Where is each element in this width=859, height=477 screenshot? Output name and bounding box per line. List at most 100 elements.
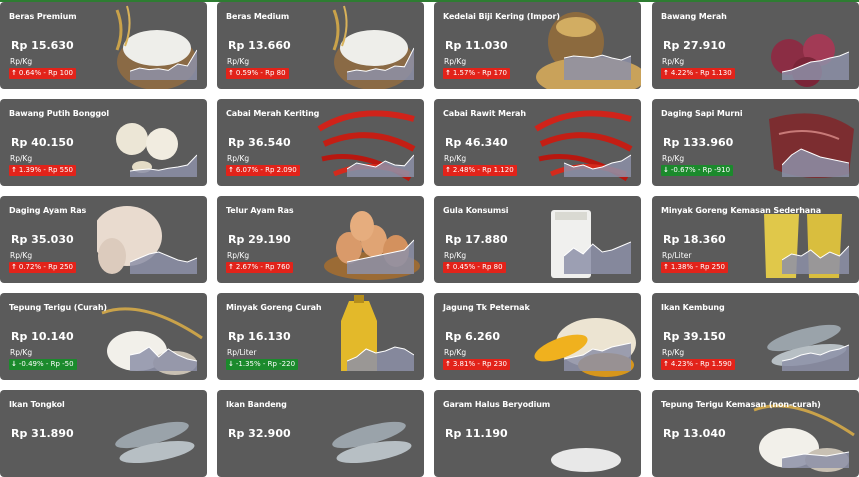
price-change-badge: ↑ 1.38% - Rp 250 (661, 262, 728, 273)
commodity-name: Jagung Tk Peternak (443, 303, 530, 312)
sparkline-area (347, 48, 414, 80)
sparkline-area (564, 55, 631, 80)
commodity-name: Ikan Tongkol (9, 400, 65, 409)
commodity-card[interactable]: Daging Sapi Murni Rp 133.960 Rp/Kg ↓ -0.67% … (652, 99, 859, 186)
sparkline-area (782, 452, 849, 468)
commodity-name: Daging Sapi Murni (661, 109, 743, 118)
arrow-up-icon: ↑ (228, 166, 234, 174)
commodity-price: Rp 39.150 (663, 330, 726, 343)
price-unit: Rp/Kg (444, 251, 467, 260)
arrow-up-icon: ↑ (11, 69, 17, 77)
commodity-card[interactable]: Ikan Kembung Rp 39.150 Rp/Kg ↑ 4.23% - Rp 1.… (652, 293, 859, 380)
commodity-card[interactable]: Jagung Tk Peternak Rp 6.260 Rp/Kg ↑ 3.81% - … (434, 293, 641, 380)
arrow-up-icon: ↑ (445, 263, 451, 271)
arrow-up-icon: ↑ (663, 360, 669, 368)
arrow-up-icon: ↑ (445, 360, 451, 368)
arrow-up-icon: ↑ (445, 69, 451, 77)
price-change-text: 6.07% - Rp 2.090 (235, 166, 297, 174)
commodity-card[interactable]: Telur Ayam Ras Rp 29.190 Rp/Kg ↑ 2.67% - Rp … (217, 196, 424, 283)
arrow-up-icon: ↑ (445, 166, 451, 174)
price-change-text: 0.64% - Rp 100 (18, 69, 73, 77)
commodity-card[interactable]: Cabai Rawit Merah Rp 46.340 Rp/Kg ↑ 2.48% - … (434, 99, 641, 186)
commodity-card[interactable]: Bawang Merah Rp 27.910 Rp/Kg ↑ 4.22% - Rp 1.… (652, 2, 859, 89)
price-unit: Rp/Liter (227, 348, 257, 357)
price-change-text: 2.48% - Rp 1.120 (452, 166, 514, 174)
price-change-text: 4.23% - Rp 1.590 (670, 360, 732, 368)
price-trend-sparkline (130, 49, 197, 80)
commodity-price: Rp 17.880 (445, 233, 508, 246)
price-trend-sparkline (564, 241, 631, 274)
price-change-badge: ↑ 0.64% - Rp 100 (9, 68, 76, 79)
commodity-name: Minyak Goreng Kemasan Sederhana (661, 206, 821, 215)
price-unit: Rp/Kg (10, 154, 33, 163)
price-change-text: -0.49% - Rp -50 (18, 360, 74, 368)
commodity-card[interactable]: Garam Halus Beryodium Rp 11.190 (434, 390, 641, 477)
commodity-price: Rp 6.260 (445, 330, 500, 343)
price-change-badge: ↑ 2.48% - Rp 1.120 (443, 165, 517, 176)
price-change-badge: ↓ -0.49% - Rp -50 (9, 359, 77, 370)
price-unit: Rp/Kg (227, 57, 250, 66)
price-trend-sparkline (347, 154, 414, 177)
commodity-price: Rp 11.030 (445, 39, 508, 52)
commodity-card[interactable]: Tepung Terigu (Curah) Rp 10.140 Rp/Kg ↓ -0.4… (0, 293, 207, 380)
commodity-price: Rp 31.890 (11, 427, 74, 440)
price-trend-sparkline (564, 342, 631, 371)
price-change-badge: ↑ 1.39% - Rp 550 (9, 165, 76, 176)
commodity-card[interactable]: Beras Medium Rp 13.660 Rp/Kg ↑ 0.59% - Rp 80 (217, 2, 424, 89)
commodity-card[interactable]: Cabai Merah Keriting Rp 36.540 Rp/Kg ↑ 6.07%… (217, 99, 424, 186)
commodity-name: Daging Ayam Ras (9, 206, 87, 215)
commodity-card[interactable]: Minyak Goreng Curah Rp 16.130 Rp/Liter ↓ -1.… (217, 293, 424, 380)
commodity-price: Rp 36.540 (228, 136, 291, 149)
price-change-badge: ↑ 0.59% - Rp 80 (226, 68, 289, 79)
commodity-name: Kedelai Biji Kering (Impor) (443, 12, 560, 21)
commodity-card[interactable]: Minyak Goreng Kemasan Sederhana Rp 18.360… (652, 196, 859, 283)
commodity-price: Rp 11.190 (445, 427, 508, 440)
price-unit: Rp/Kg (10, 251, 33, 260)
sparkline-area (130, 155, 197, 177)
commodity-card[interactable]: Beras Premium Rp 15.630 Rp/Kg ↑ 0.64% - Rp 1… (0, 2, 207, 89)
commodity-price: Rp 35.030 (11, 233, 74, 246)
commodity-card[interactable]: Bawang Putih Bonggol Rp 40.150 Rp/Kg ↑ 1.39%… (0, 99, 207, 186)
commodity-name: Bawang Putih Bonggol (9, 109, 110, 118)
commodity-card[interactable]: Gula Konsumsi Rp 17.880 Rp/Kg ↑ 0.45% - Rp 8… (434, 196, 641, 283)
arrow-up-icon: ↑ (11, 263, 17, 271)
fish-icon (332, 421, 412, 464)
commodity-name: Gula Konsumsi (443, 206, 509, 215)
commodity-card[interactable]: Kedelai Biji Kering (Impor) Rp 11.030 Rp/K… (434, 2, 641, 89)
commodity-name: Telur Ayam Ras (226, 206, 294, 215)
commodity-name: Tepung Terigu (Curah) (9, 303, 107, 312)
sparkline-area (564, 155, 631, 177)
commodity-name: Ikan Bandeng (226, 400, 287, 409)
commodity-price: Rp 18.360 (663, 233, 726, 246)
commodity-card[interactable]: Tepung Terigu Kemasan (non-curah) Rp 13.0… (652, 390, 859, 477)
price-change-text: 1.38% - Rp 250 (670, 263, 725, 271)
commodity-card[interactable]: Daging Ayam Ras Rp 35.030 Rp/Kg ↑ 0.72% - Rp… (0, 196, 207, 283)
price-change-text: 0.72% - Rp 250 (18, 263, 73, 271)
commodity-name: Minyak Goreng Curah (226, 303, 322, 312)
price-trend-sparkline (782, 451, 849, 468)
commodity-price: Rp 46.340 (445, 136, 508, 149)
sparkline-area (347, 347, 414, 371)
price-change-badge: ↑ 3.81% - Rp 230 (443, 359, 510, 370)
price-unit: Rp/Kg (662, 57, 685, 66)
fish-icon (115, 421, 195, 464)
commodity-price: Rp 15.630 (11, 39, 74, 52)
commodity-card[interactable]: Ikan Tongkol Rp 31.890 (0, 390, 207, 477)
sparkline-area (347, 240, 414, 274)
arrow-up-icon: ↑ (228, 69, 234, 77)
commodity-name: Cabai Merah Keriting (226, 109, 320, 118)
arrow-up-icon: ↑ (11, 166, 17, 174)
commodity-price: Rp 16.130 (228, 330, 291, 343)
price-change-text: 0.59% - Rp 80 (235, 69, 286, 77)
price-change-text: 3.81% - Rp 230 (452, 360, 507, 368)
commodity-name: Garam Halus Beryodium (443, 400, 551, 409)
arrow-down-icon: ↓ (11, 360, 17, 368)
commodity-card[interactable]: Ikan Bandeng Rp 32.900 (217, 390, 424, 477)
arrow-up-icon: ↑ (663, 263, 669, 271)
price-unit: Rp/Kg (444, 57, 467, 66)
commodity-price: Rp 13.660 (228, 39, 291, 52)
price-unit: Rp/Kg (227, 154, 250, 163)
price-unit: Rp/Kg (10, 57, 33, 66)
price-trend-sparkline (564, 54, 631, 80)
price-unit: Rp/Kg (227, 251, 250, 260)
